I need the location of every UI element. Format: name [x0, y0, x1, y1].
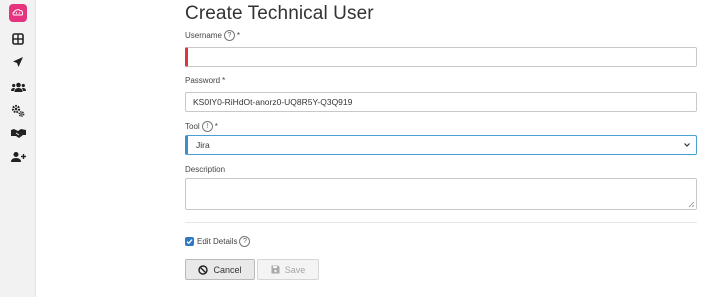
password-input[interactable] [185, 92, 697, 112]
divider [185, 222, 697, 223]
sidebar [0, 0, 36, 297]
users-icon [10, 82, 26, 92]
paper-plane-icon [13, 57, 23, 67]
check-icon [186, 239, 193, 245]
user-plus-icon [10, 152, 26, 162]
ban-icon [198, 264, 209, 275]
sidebar-item-settings[interactable] [0, 99, 36, 121]
username-label: Username ? * [185, 30, 241, 41]
edit-details-row: Edit Details ? [185, 236, 251, 247]
sidebar-item-partners[interactable] [0, 122, 36, 144]
sidebar-item-add-user[interactable] [0, 146, 36, 168]
password-label: Password * [185, 76, 226, 85]
dashboard-icon [12, 33, 24, 45]
sidebar-item-home[interactable] [0, 2, 36, 24]
edit-details-checkbox[interactable] [185, 237, 194, 246]
description-textarea[interactable] [185, 178, 697, 210]
tool-select-value: Jira [196, 140, 210, 150]
username-input[interactable] [185, 47, 697, 67]
edit-details-label: Edit Details [197, 237, 238, 246]
username-help-icon[interactable]: ? [223, 30, 235, 41]
sidebar-item-users[interactable] [0, 76, 36, 98]
cancel-button[interactable]: Cancel [185, 259, 255, 280]
save-button[interactable]: Save [257, 259, 319, 280]
tool-select[interactable]: Jira [185, 135, 697, 155]
floppy-disk-icon [271, 265, 280, 274]
edit-details-help-icon[interactable]: ? [239, 236, 251, 247]
page-title: Create Technical User [185, 3, 374, 24]
logo-icon [9, 4, 27, 22]
handshake-icon [10, 129, 26, 138]
cogs-icon [11, 104, 25, 117]
chevron-down-icon [684, 143, 690, 147]
sidebar-item-send[interactable] [0, 51, 36, 73]
tool-label: Tool ! * [185, 121, 218, 132]
tool-info-icon[interactable]: ! [201, 121, 213, 132]
resize-grip-icon[interactable] [688, 201, 695, 208]
description-label: Description [185, 165, 226, 174]
sidebar-item-dashboard[interactable] [0, 28, 36, 50]
